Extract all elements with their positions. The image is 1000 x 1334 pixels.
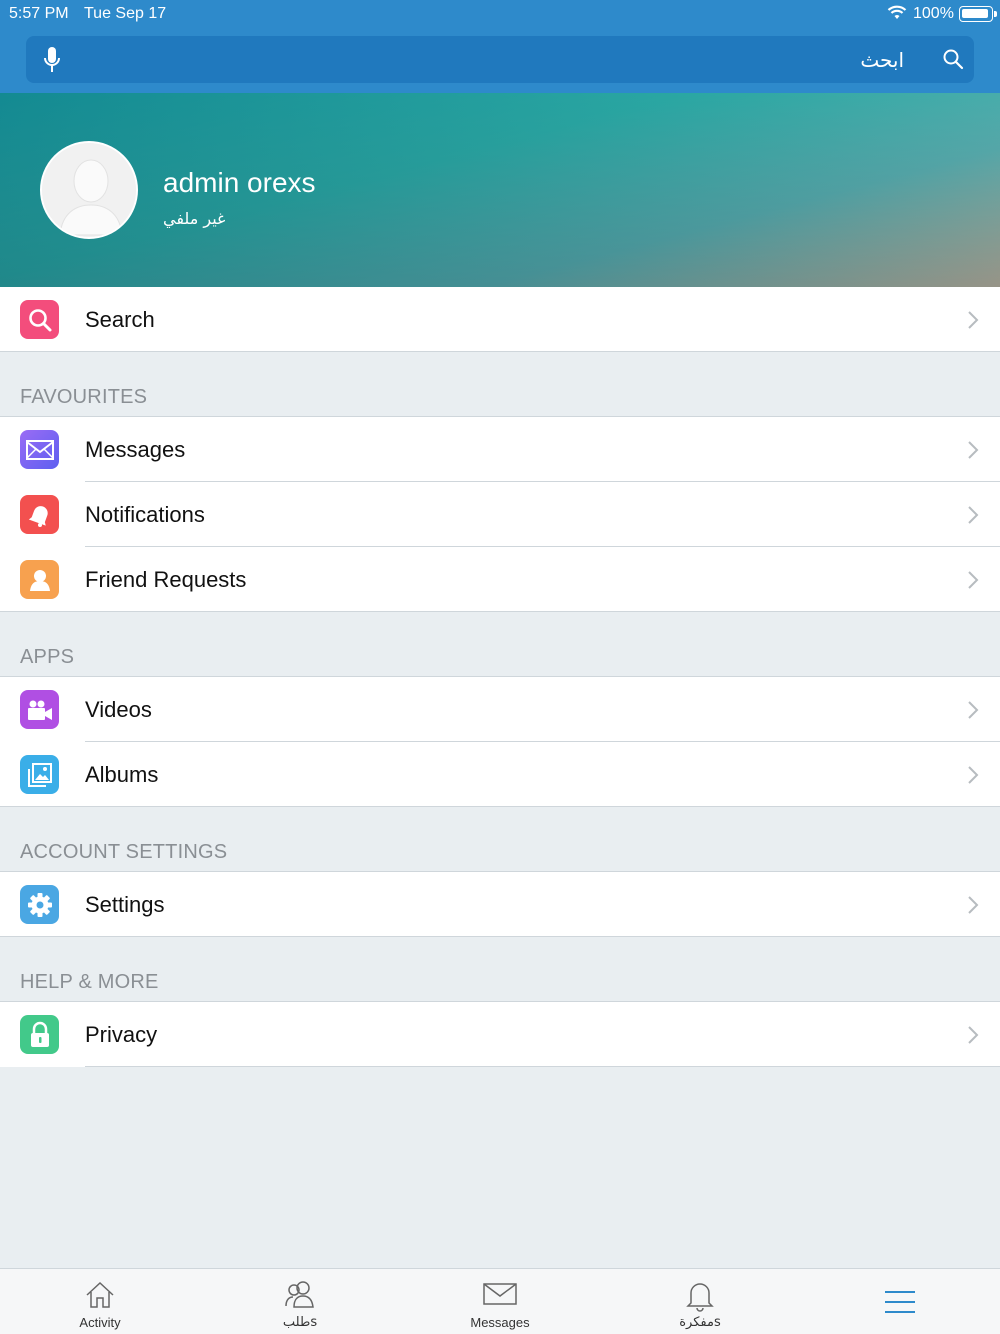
chevron-right-icon [968, 506, 979, 524]
top-header: 5:57 PM Tue Sep 17 100% [0, 0, 1000, 93]
tab-label-activity: Activity [79, 1315, 121, 1330]
chevron-right-icon [968, 766, 979, 784]
row-label-albums: Albums [85, 762, 159, 787]
profile-subtitle[interactable]: غير ملفي [163, 209, 225, 228]
section-header-account-settings: ACCOUNT SETTINGS [20, 841, 228, 863]
tab-notifications[interactable]: مفكرةs [630, 1269, 770, 1334]
friends-icon [285, 1281, 314, 1308]
menu-row-settings[interactable]: Settings [0, 872, 1000, 937]
divider [0, 936, 1000, 937]
tab-label-notifications: مفكرةs [679, 1315, 721, 1330]
hamburger-menu-icon [885, 1291, 915, 1313]
chevron-right-icon [968, 311, 979, 329]
section-header-apps: APPS [20, 646, 75, 668]
chevron-right-icon [968, 441, 979, 459]
bell-outline-icon [686, 1283, 714, 1312]
battery-icon [959, 6, 997, 22]
microphone-icon[interactable] [42, 46, 62, 74]
tab-activity[interactable]: Activity [30, 1269, 170, 1334]
menu-row-videos[interactable]: Videos [0, 677, 1000, 742]
chevron-right-icon [968, 701, 979, 719]
section-header-favourites: FAVOURITES [20, 386, 148, 408]
menu-row-friend-requests[interactable]: Friend Requests [0, 547, 1000, 612]
search-bar[interactable] [26, 36, 974, 83]
video-camera-icon [20, 690, 59, 729]
row-label-friend-requests: Friend Requests [85, 567, 247, 592]
tab-label-messages: Messages [470, 1315, 530, 1330]
default-avatar-icon [42, 143, 136, 237]
row-label-search: Search [85, 307, 155, 332]
row-label-settings: Settings [85, 892, 165, 917]
search-input[interactable] [86, 36, 904, 83]
status-time: 5:57 PM [9, 5, 69, 22]
bottom-tab-bar: Activity طلبs Messages مفكرةs [0, 1268, 1000, 1334]
lock-icon [20, 1015, 59, 1054]
envelope-icon [20, 430, 59, 469]
divider [0, 611, 1000, 612]
home-icon [86, 1281, 114, 1308]
row-label-videos: Videos [85, 697, 152, 722]
menu-row-messages[interactable]: Messages [0, 417, 1000, 482]
search-icon [943, 49, 964, 70]
tab-label-requests: طلبs [282, 1315, 318, 1330]
row-label-notifications: Notifications [85, 502, 205, 527]
profile-name[interactable]: admin orexs [163, 167, 316, 199]
tab-requests[interactable]: طلبs [230, 1269, 370, 1334]
chevron-right-icon [968, 1026, 979, 1044]
menu-row-albums[interactable]: Albums [0, 742, 1000, 807]
bell-icon [20, 495, 59, 534]
wifi-icon [887, 5, 907, 26]
status-bar: 5:57 PM Tue Sep 17 100% [0, 0, 1000, 28]
row-label-privacy: Privacy [85, 1022, 158, 1047]
chevron-right-icon [968, 571, 979, 589]
tab-messages[interactable]: Messages [430, 1269, 570, 1334]
row-label-messages: Messages [85, 437, 186, 462]
photo-icon [20, 755, 59, 794]
section-header-help: HELP & MORE [20, 971, 159, 993]
envelope-outline-icon [483, 1283, 517, 1305]
avatar[interactable] [40, 141, 138, 239]
chevron-right-icon [968, 896, 979, 914]
person-icon [20, 560, 59, 599]
battery-percent: 100% [913, 5, 954, 22]
profile-header[interactable]: admin orexs غير ملفي [0, 93, 1000, 287]
menu-row-search[interactable]: Search [0, 287, 1000, 352]
gear-icon [20, 885, 59, 924]
divider [85, 1066, 1000, 1067]
menu-row-notifications[interactable]: Notifications [0, 482, 1000, 547]
tab-menu[interactable] [830, 1269, 970, 1334]
divider [0, 806, 1000, 807]
menu-row-privacy[interactable]: Privacy [0, 1002, 1000, 1067]
status-date: Tue Sep 17 [84, 5, 167, 22]
magnifier-icon [20, 300, 59, 339]
divider [0, 351, 1000, 352]
